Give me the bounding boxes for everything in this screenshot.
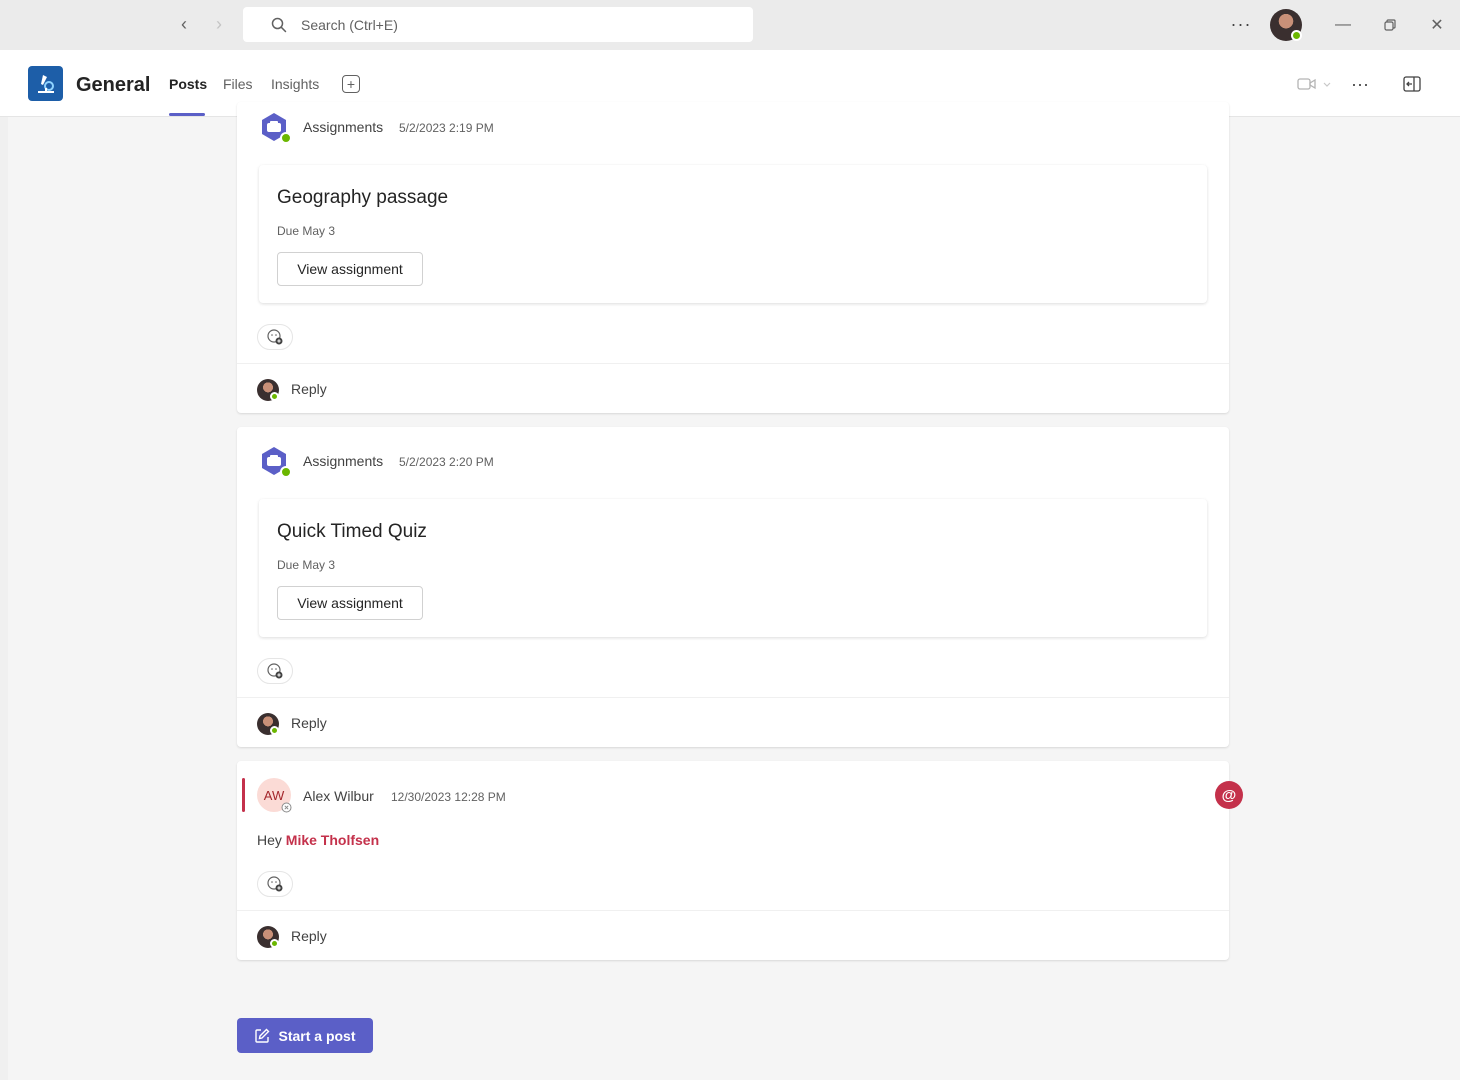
more-options-icon[interactable]: ··· [1228, 12, 1254, 36]
post-author[interactable]: Assignments [303, 119, 383, 135]
close-icon[interactable]: ✕ [1424, 12, 1450, 38]
add-tab-icon[interactable]: + [342, 75, 360, 93]
message-body: Hey Mike Tholfsen [257, 832, 379, 848]
presence-available-icon [270, 392, 279, 401]
reply-row[interactable]: Reply [237, 910, 1229, 960]
message-text: Hey [257, 832, 282, 848]
assignment-due-date: Due May 3 [277, 224, 336, 238]
reply-row[interactable]: Reply [237, 363, 1229, 413]
channel-title: General [76, 74, 151, 96]
add-reaction-button[interactable] [257, 871, 293, 897]
title-bar: ‹ › Search (Ctrl+E) ··· — ✕ [0, 0, 1460, 50]
presence-available-icon [270, 939, 279, 948]
view-assignment-button[interactable]: View assignment [277, 586, 423, 620]
left-rail-edge [0, 117, 8, 1080]
search-icon [271, 17, 287, 32]
avatar [257, 926, 279, 948]
post-assignment-2: Assignments 5/2/2023 2:20 PM Quick Timed… [237, 427, 1229, 747]
mention-indicator-bar [242, 778, 245, 812]
presence-available-icon [1291, 30, 1302, 41]
reply-row[interactable]: Reply [237, 697, 1229, 747]
tab-insights[interactable]: Insights [271, 76, 319, 92]
video-call-icon[interactable] [1294, 74, 1334, 94]
assignment-title: Quick Timed Quiz [277, 521, 427, 542]
search-input[interactable]: Search (Ctrl+E) [243, 7, 753, 42]
tab-files[interactable]: Files [223, 76, 253, 92]
presence-offline-icon [281, 802, 292, 813]
avatar [257, 713, 279, 735]
assignments-app-icon [262, 447, 291, 478]
start-post-label: Start a post [278, 1027, 356, 1044]
tab-posts[interactable]: Posts [169, 76, 207, 92]
emoji-reaction-icon [267, 663, 283, 679]
microscope-icon [37, 74, 54, 93]
post-timestamp: 5/2/2023 2:19 PM [399, 121, 494, 135]
avatar [257, 379, 279, 401]
reply-button[interactable]: Reply [291, 715, 327, 731]
user-avatar[interactable] [1270, 9, 1302, 41]
reply-button[interactable]: Reply [291, 381, 327, 397]
start-post-button[interactable]: Start a post [237, 1018, 373, 1053]
back-arrow-icon[interactable]: ‹ [173, 13, 195, 35]
restore-icon[interactable] [1377, 12, 1403, 38]
presence-available-icon [270, 726, 279, 735]
view-assignment-button[interactable]: View assignment [277, 252, 423, 286]
assignments-app-icon [262, 113, 291, 144]
team-logo [28, 66, 63, 101]
post-author[interactable]: Assignments [303, 453, 383, 469]
assignment-card: Geography passage Due May 3 View assignm… [259, 165, 1207, 303]
assignment-due-date: Due May 3 [277, 558, 336, 572]
add-reaction-button[interactable] [257, 658, 293, 684]
reply-button[interactable]: Reply [291, 928, 327, 944]
post-timestamp: 12/30/2023 12:28 PM [391, 790, 506, 804]
channel-info-icon[interactable] [1400, 74, 1424, 94]
mention-at-icon: @ [1215, 781, 1243, 809]
emoji-reaction-icon [267, 876, 283, 892]
forward-arrow-icon[interactable]: › [208, 13, 230, 35]
active-tab-indicator [169, 113, 205, 116]
post-author[interactable]: Alex Wilbur [303, 788, 374, 804]
search-placeholder: Search (Ctrl+E) [301, 16, 398, 33]
post-timestamp: 5/2/2023 2:20 PM [399, 455, 494, 469]
channel-more-icon[interactable]: ··· [1348, 74, 1372, 94]
emoji-reaction-icon [267, 329, 283, 345]
user-mention[interactable]: Mike Tholfsen [286, 832, 379, 848]
add-reaction-button[interactable] [257, 324, 293, 350]
assignment-card: Quick Timed Quiz Due May 3 View assignme… [259, 499, 1207, 637]
compose-icon [255, 1028, 270, 1043]
assignment-title: Geography passage [277, 187, 449, 208]
minimize-icon[interactable]: — [1330, 12, 1356, 38]
post-mention: AW Alex Wilbur 12/30/2023 12:28 PM Hey M… [237, 761, 1229, 960]
post-assignment-1: Assignments 5/2/2023 2:19 PM Geography p… [237, 102, 1229, 413]
